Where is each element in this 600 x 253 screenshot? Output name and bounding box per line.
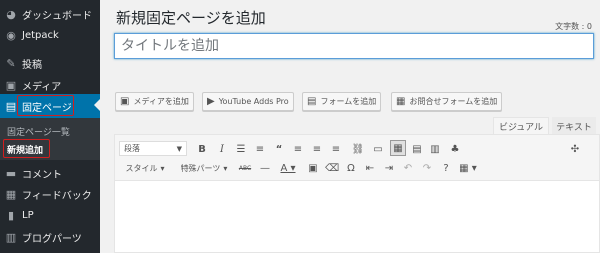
tab-text[interactable]: テキスト bbox=[552, 117, 596, 135]
dashboard-icon: ◕ bbox=[6, 7, 16, 21]
youtube-adds-pro-button[interactable]: ▶ YouTube Adds Pro bbox=[202, 92, 294, 111]
chevron-down-icon: ▾ bbox=[160, 163, 165, 173]
add-contact-form-button[interactable]: ▦ お問合せフォームを追加 bbox=[391, 92, 503, 111]
sidebar-item-dashboard[interactable]: ◕ ダッシュボード bbox=[0, 3, 100, 25]
strikethrough-button[interactable]: ABC bbox=[238, 160, 252, 176]
button-label: フォームを追加 bbox=[320, 97, 377, 106]
form-icon: ▤ bbox=[307, 96, 317, 107]
toolbar-toggle-button[interactable]: ▦ bbox=[390, 140, 406, 156]
blockquote-button[interactable]: “ bbox=[272, 141, 286, 157]
bold-button[interactable]: B bbox=[195, 141, 209, 157]
italic-button[interactable]: I bbox=[215, 141, 229, 157]
sidebar-item-label: ダッシュボード bbox=[22, 10, 92, 22]
admin-sidebar: ◕ ダッシュボード ◉ Jetpack ✎ 投稿 ▣ メディア ▤ 固定ページ 固定ページ… bbox=[0, 0, 100, 253]
add-media-icon: ▣ bbox=[120, 96, 130, 107]
clear-format-button[interactable]: ⌫ bbox=[325, 160, 339, 176]
submenu-item-all-pages[interactable]: 固定ページ一覧 bbox=[7, 125, 70, 138]
format-select[interactable]: 段落 ▼ bbox=[119, 141, 187, 156]
style-dropdown[interactable]: スタイル ▾ bbox=[121, 160, 169, 176]
page-icon: ▮ bbox=[7, 208, 15, 222]
chevron-down-icon: ▾ bbox=[223, 163, 228, 173]
sidebar-item-feedback[interactable]: ▦ フィードバック bbox=[0, 183, 100, 205]
special-parts-label: 特殊パーツ bbox=[180, 163, 221, 173]
sidebar-item-label: コメント bbox=[22, 169, 62, 181]
sidebar-item-comments[interactable]: ▬ コメント bbox=[0, 162, 100, 184]
media-icon: ▣ bbox=[5, 78, 17, 92]
comment-icon: ▬ bbox=[5, 166, 17, 180]
tab-visual[interactable]: ビジュアル bbox=[493, 117, 549, 135]
tree-icon[interactable]: ♣ bbox=[448, 141, 462, 157]
content-editor[interactable]: 段落 ▼ B I ☰ ≡ “ ≡ ≡ ≡ ⛓ ▭ ▦ ▤ ▥ ♣ ✣ スタイル ▾ … bbox=[114, 134, 600, 253]
paste-text-button[interactable]: ▣ bbox=[306, 160, 320, 176]
link-button[interactable]: ⛓ bbox=[351, 141, 365, 157]
sidebar-item-lp[interactable]: ▮ LP bbox=[0, 204, 100, 226]
editor-body[interactable] bbox=[115, 181, 599, 253]
button-label: YouTube Adds Pro bbox=[218, 97, 289, 106]
page-title: 新規固定ページを追加 bbox=[116, 9, 266, 27]
format-select-value: 段落 bbox=[124, 144, 140, 153]
main-content: 新規固定ページを追加 文字数 : 0 ▣メディアを追加 ▶YouTube Add… bbox=[100, 0, 600, 253]
button-label: メディアを追加 bbox=[133, 97, 189, 106]
contact-form-icon: ▦ bbox=[396, 96, 406, 107]
indent-button[interactable]: ⇥ bbox=[382, 160, 396, 176]
undo-button[interactable]: ↶ bbox=[401, 160, 415, 176]
align-center-button[interactable]: ≡ bbox=[310, 141, 324, 157]
special-parts-dropdown[interactable]: 特殊パーツ ▾ bbox=[175, 160, 233, 176]
highlight-box bbox=[3, 139, 50, 158]
blog-parts-icon: ▥ bbox=[5, 230, 17, 244]
sidebar-item-label: フィードバック bbox=[22, 190, 92, 202]
sidebar-item-posts[interactable]: ✎ 投稿 bbox=[0, 52, 100, 74]
align-left-button[interactable]: ≡ bbox=[291, 141, 305, 157]
bullet-list-button[interactable]: ☰ bbox=[234, 141, 248, 157]
sidebar-item-jetpack[interactable]: ◉ Jetpack bbox=[0, 24, 100, 46]
highlight-box bbox=[17, 95, 74, 116]
align-right-button[interactable]: ≡ bbox=[329, 141, 343, 157]
editor-toolbar: 段落 ▼ B I ☰ ≡ “ ≡ ≡ ≡ ⛓ ▭ ▦ ▤ ▥ ♣ ✣ スタイル ▾ … bbox=[115, 135, 599, 181]
table-dropdown[interactable]: ▦ ▾ bbox=[457, 160, 479, 176]
style-dropdown-label: スタイル bbox=[125, 163, 158, 173]
table-insert-button[interactable]: ▤ bbox=[410, 141, 424, 157]
special-char-button[interactable]: Ω bbox=[344, 160, 358, 176]
youtube-icon: ▶ bbox=[207, 96, 215, 107]
chevron-down-icon: ▼ bbox=[176, 144, 182, 153]
outdent-button[interactable]: ⇤ bbox=[363, 160, 377, 176]
title-input[interactable] bbox=[114, 33, 594, 59]
sidebar-item-label: ブログパーツ bbox=[22, 233, 82, 245]
add-media-button[interactable]: ▣ メディアを追加 bbox=[115, 92, 194, 111]
sidebar-item-label: メディア bbox=[22, 81, 62, 93]
pin-icon: ✎ bbox=[6, 56, 16, 70]
redo-button[interactable]: ↷ bbox=[420, 160, 434, 176]
fullscreen-button[interactable]: ✣ bbox=[568, 141, 582, 157]
read-more-button[interactable]: ▭ bbox=[371, 141, 385, 157]
help-button[interactable]: ? bbox=[439, 160, 453, 176]
sidebar-item-label: Jetpack bbox=[22, 29, 59, 41]
jetpack-icon: ◉ bbox=[6, 28, 16, 42]
sidebar-item-label: 投稿 bbox=[22, 59, 42, 71]
text-color-button[interactable]: A ▾ bbox=[277, 160, 299, 176]
sidebar-item-media[interactable]: ▣ メディア bbox=[0, 74, 100, 96]
add-form-button[interactable]: ▤ フォームを追加 bbox=[302, 92, 382, 111]
char-count: 文字数 : 0 bbox=[555, 21, 592, 32]
sidebar-item-blog-parts[interactable]: ▥ ブログパーツ bbox=[0, 226, 100, 248]
feedback-icon: ▦ bbox=[5, 187, 17, 201]
button-label: お問合せフォームを追加 bbox=[409, 97, 498, 106]
grid-icon[interactable]: ▥ bbox=[428, 141, 442, 157]
sidebar-item-label: LP bbox=[22, 209, 34, 221]
horizontal-rule-button[interactable]: — bbox=[258, 160, 272, 176]
numbered-list-button[interactable]: ≡ bbox=[253, 141, 267, 157]
